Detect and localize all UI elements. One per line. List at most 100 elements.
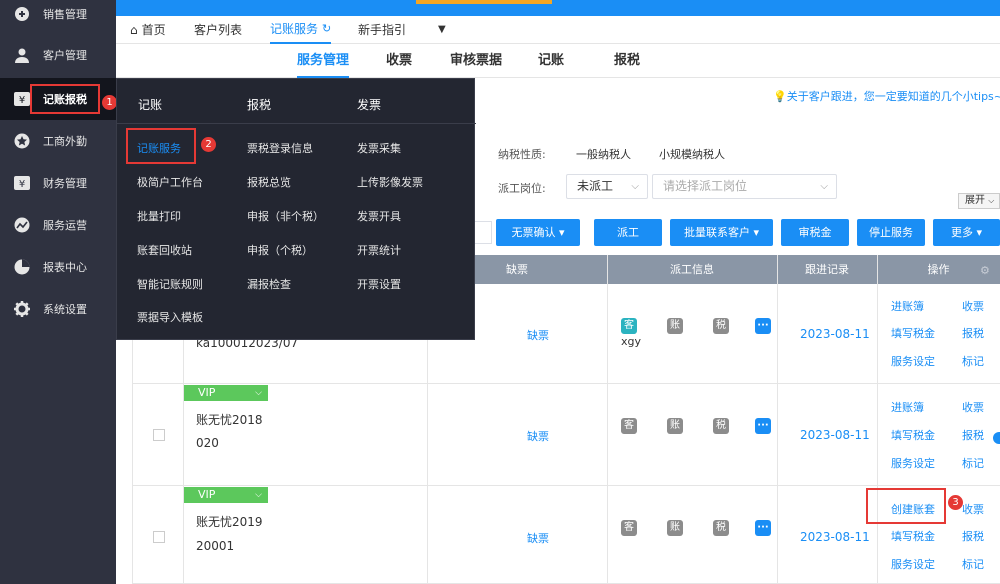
menu-item-invoice-collect[interactable]: 发票采集	[357, 140, 401, 156]
tax-option-small[interactable]: 小规模纳税人	[659, 146, 725, 162]
dispatch-button[interactable]: 派工	[594, 219, 662, 246]
menu-item-missing-check[interactable]: 漏报检查	[247, 276, 291, 292]
dispatch-status-select[interactable]: 未派工 ⌵	[566, 174, 648, 199]
menu-item-invoice-stats[interactable]: 开票统计	[357, 242, 401, 258]
menu-item-recycle-bin[interactable]: 账套回收站	[137, 242, 192, 258]
menu-item-batch-print[interactable]: 批量打印	[137, 208, 181, 224]
side-handle[interactable]	[993, 432, 1000, 444]
tax-pill[interactable]: 税	[713, 520, 729, 536]
missing-invoice-link[interactable]: 缺票	[527, 530, 549, 546]
tabs-dropdown-icon[interactable]: ▼	[438, 16, 446, 44]
customer-pill[interactable]: 客	[621, 318, 637, 334]
action-receive-invoice[interactable]: 收票	[962, 399, 984, 415]
tax-option-general[interactable]: 一般纳税人	[576, 146, 631, 162]
action-enter-ledger[interactable]: 进账簿	[891, 399, 924, 415]
action-enter-ledger[interactable]: 进账簿	[891, 298, 924, 314]
sidebar-item-sales[interactable]: 销售管理	[0, 0, 116, 28]
more-pill[interactable]: ···	[755, 418, 771, 434]
action-service-settings[interactable]: 服务设定	[891, 353, 935, 369]
customer-name-line2: 020	[196, 436, 219, 450]
tab-home[interactable]: ⌂ 首页	[130, 16, 166, 44]
sidebar-item-label: 工商外勤	[43, 135, 87, 148]
subnav-receive-invoices[interactable]: 收票	[386, 44, 412, 78]
menu-item-tax-login[interactable]: 票税登录信息	[247, 140, 313, 156]
action-file-tax[interactable]: 报税	[962, 325, 984, 341]
subnav-service-management[interactable]: 服务管理	[297, 44, 350, 78]
batch-contact-button[interactable]: 批量联系客户 ▾	[670, 219, 773, 246]
menu-item-upload-image[interactable]: 上传影像发票	[357, 174, 423, 190]
menu-item-declare-non-personal[interactable]: 申报（非个税）	[247, 208, 324, 224]
col-dispatch: 派工信息	[670, 263, 714, 276]
more-pill[interactable]: ···	[755, 520, 771, 536]
menu-item-import-template[interactable]: 票据导入模板	[137, 309, 203, 325]
tax-pill[interactable]: 税	[713, 418, 729, 434]
col-divider	[777, 255, 778, 584]
sidebar-item-field[interactable]: 工商外勤	[0, 120, 116, 162]
action-mark[interactable]: 标记	[962, 455, 984, 471]
account-pill[interactable]: 账	[667, 318, 683, 334]
sidebar-item-settings[interactable]: 系统设置	[0, 288, 116, 330]
yen-icon: ¥	[13, 90, 31, 108]
customer-pill[interactable]: 客	[621, 520, 637, 536]
vip-label: VIP	[198, 488, 216, 501]
menu-item-invoice-settings[interactable]: 开票设置	[357, 276, 401, 292]
action-mark[interactable]: 标记	[962, 353, 984, 369]
menu-item-smart-rules[interactable]: 智能记账规则	[137, 276, 203, 292]
star-icon	[13, 132, 31, 150]
menu-item-simple-workbench[interactable]: 极简户工作台	[137, 174, 203, 190]
vip-label: VIP	[198, 386, 216, 399]
more-button[interactable]: 更多 ▾	[933, 219, 1000, 246]
customer-pill[interactable]: 客	[621, 418, 637, 434]
sidebar-item-operations[interactable]: 服务运营	[0, 204, 116, 246]
col-divider	[877, 255, 878, 584]
follow-date[interactable]: 2023-08-11	[800, 428, 870, 442]
action-fill-tax[interactable]: 填写税金	[891, 325, 935, 341]
menu-item-declare-personal[interactable]: 申报（个税）	[247, 242, 313, 258]
account-pill[interactable]: 账	[667, 520, 683, 536]
action-receive-invoice[interactable]: 收票	[962, 501, 984, 517]
stop-service-button[interactable]: 停止服务	[857, 219, 925, 246]
menu-item-tax-overview[interactable]: 报税总览	[247, 174, 291, 190]
action-file-tax[interactable]: 报税	[962, 528, 984, 544]
subnav-tax-filing[interactable]: 报税	[614, 44, 640, 78]
vip-badge[interactable]: VIP ⌵	[184, 385, 268, 401]
more-pill[interactable]: ···	[755, 318, 771, 334]
tips-link[interactable]: 💡关于客户跟进，您一定要知道的几个小tips~	[773, 88, 1000, 104]
action-service-settings[interactable]: 服务设定	[891, 455, 935, 471]
action-mark[interactable]: 标记	[962, 556, 984, 572]
tab-guide[interactable]: 新手指引	[358, 16, 406, 44]
subnav-review-invoices[interactable]: 审核票据	[450, 44, 502, 78]
chevron-down-icon: ⌵	[255, 490, 262, 500]
sidebar-item-customers[interactable]: 客户管理	[0, 34, 116, 76]
expand-button[interactable]: 展开 ⌵	[958, 193, 1000, 209]
action-service-settings[interactable]: 服务设定	[891, 556, 935, 572]
dispatch-status-value: 未派工	[577, 179, 614, 193]
review-tax-button[interactable]: 审税金	[781, 219, 849, 246]
missing-invoice-link[interactable]: 缺票	[527, 327, 549, 343]
sidebar-item-finance[interactable]: ¥ 财务管理	[0, 162, 116, 204]
account-pill[interactable]: 账	[667, 418, 683, 434]
tax-pill[interactable]: 税	[713, 318, 729, 334]
follow-date[interactable]: 2023-08-11	[800, 530, 870, 544]
row-checkbox[interactable]	[153, 429, 165, 441]
sidebar-item-reports[interactable]: 报表中心	[0, 246, 116, 288]
sidebar-item-label: 财务管理	[43, 177, 87, 190]
follow-date[interactable]: 2023-08-11	[800, 327, 870, 341]
missing-invoice-link[interactable]: 缺票	[527, 428, 549, 444]
table-settings-icon[interactable]: ⚙	[980, 264, 990, 277]
no-invoice-confirm-button[interactable]: 无票确认 ▾	[496, 219, 580, 246]
tips-text: 关于客户跟进，您一定要知道的几个小tips~	[786, 90, 1000, 103]
vip-badge[interactable]: VIP ⌵	[184, 487, 268, 503]
dispatch-post-select[interactable]: 请选择派工岗位 ⌵	[652, 174, 837, 199]
subnav-bookkeeping[interactable]: 记账	[538, 44, 564, 78]
menu-item-issue-invoice[interactable]: 发票开具	[357, 208, 401, 224]
action-fill-tax[interactable]: 填写税金	[891, 528, 935, 544]
tab-bookkeeping-service[interactable]: 记账服务 ↻	[270, 15, 332, 44]
action-receive-invoice[interactable]: 收票	[962, 298, 984, 314]
action-fill-tax[interactable]: 填写税金	[891, 427, 935, 443]
row-checkbox[interactable]	[153, 531, 165, 543]
tab-customer-list[interactable]: 客户列表	[194, 16, 242, 44]
action-file-tax[interactable]: 报税	[962, 427, 984, 443]
chart-line-icon	[13, 216, 31, 234]
refresh-icon[interactable]: ↻	[322, 15, 331, 43]
